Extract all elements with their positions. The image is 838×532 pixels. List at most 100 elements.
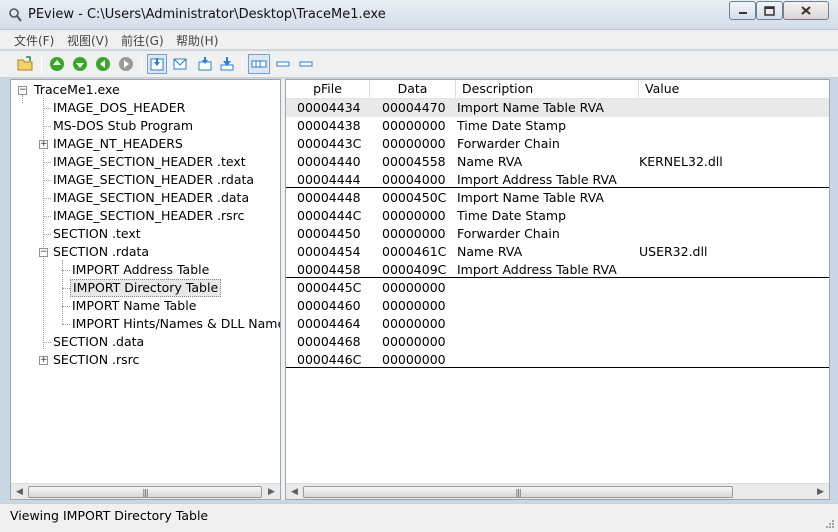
table-row[interactable]: 00004454 0000461C Name RVA USER32.dll xyxy=(286,243,829,261)
cell-description: Time Date Stamp xyxy=(457,118,567,133)
table-row[interactable]: 0000443C 00000000 Forwarder Chain xyxy=(286,135,829,153)
table-row[interactable]: 00004438 00000000 Time Date Stamp xyxy=(286,117,829,135)
tree-item-section-header-rsrc[interactable]: IMAGE_SECTION_HEADER .rsrc xyxy=(51,207,246,225)
view-small-button[interactable] xyxy=(296,54,316,74)
table-row[interactable]: 00004468 00000000 xyxy=(286,333,829,351)
scroll-right-icon[interactable]: ▶ xyxy=(812,484,829,499)
tree-item-section-rdata[interactable]: SECTION .rdata xyxy=(51,243,151,261)
tree-root[interactable]: TraceMe1.exe xyxy=(32,81,122,99)
minimize-button[interactable] xyxy=(729,1,756,20)
table-row[interactable]: 00004450 00000000 Forwarder Chain xyxy=(286,225,829,243)
cell-pfile: 00004450 xyxy=(297,226,361,241)
tree-item-section-rsrc[interactable]: SECTION .rsrc xyxy=(51,351,141,369)
tree-item-section-header-rdata[interactable]: IMAGE_SECTION_HEADER .rdata xyxy=(51,171,256,189)
scroll-left-icon[interactable]: ◀ xyxy=(11,484,28,499)
cell-pfile: 00004440 xyxy=(297,154,361,169)
envelope-icon xyxy=(173,58,187,70)
cell-data: 00000000 xyxy=(382,298,446,313)
view-list-button[interactable] xyxy=(273,54,293,74)
expand-section-rsrc-icon[interactable]: + xyxy=(39,356,48,365)
collapse-section-rdata-icon[interactable]: − xyxy=(39,248,48,257)
nav-next-button[interactable] xyxy=(70,54,90,74)
menu-file[interactable]: 文件(F) xyxy=(14,32,54,49)
scroll-left-icon[interactable]: ◀ xyxy=(286,484,303,499)
view-envelope-button[interactable] xyxy=(170,54,190,74)
expand-nt-headers-icon[interactable]: + xyxy=(39,140,48,149)
tree-item-section-header-text[interactable]: IMAGE_SECTION_HEADER .text xyxy=(51,153,248,171)
detail-scroll-thumb[interactable]: ||| xyxy=(303,486,733,498)
tree-item-import-hints-names[interactable]: IMPORT Hints/Names & DLL Name xyxy=(70,315,280,333)
title-bar: PEview - C:\Users\Administrator\Desktop\… xyxy=(0,0,838,30)
view-download-button[interactable] xyxy=(217,54,237,74)
cell-pfile: 00004438 xyxy=(297,118,361,133)
tree-item-import-name-table[interactable]: IMPORT Name Table xyxy=(70,297,198,315)
tree-item-import-address-table[interactable]: IMPORT Address Table xyxy=(70,261,211,279)
group-divider xyxy=(286,277,829,278)
view-down-button[interactable] xyxy=(195,54,215,74)
tree-item-dos-stub[interactable]: MS-DOS Stub Program xyxy=(51,117,195,135)
tree-item-section-text[interactable]: SECTION .text xyxy=(51,225,143,243)
tree-item-section-header-data[interactable]: IMAGE_SECTION_HEADER .data xyxy=(51,189,251,207)
cell-description: Forwarder Chain xyxy=(457,226,560,241)
app-magnifier-icon xyxy=(9,8,22,22)
view-save-button[interactable] xyxy=(147,54,167,74)
cell-data: 00000000 xyxy=(382,334,446,349)
tree-horizontal-scrollbar[interactable]: ◀ ||| ▶ xyxy=(11,483,280,499)
table-row[interactable]: 0000444C 00000000 Time Date Stamp xyxy=(286,207,829,225)
close-button[interactable] xyxy=(783,1,829,20)
status-bar: Viewing IMPORT Directory Table xyxy=(0,503,838,532)
resize-grip-icon[interactable] xyxy=(824,518,834,528)
column-header-description[interactable]: Description xyxy=(456,80,639,98)
table-row[interactable]: 00004460 00000000 xyxy=(286,297,829,315)
cell-value: USER32.dll xyxy=(639,244,708,259)
scroll-right-icon[interactable]: ▶ xyxy=(263,484,280,499)
collapse-root-icon[interactable]: − xyxy=(18,86,27,95)
cell-pfile: 00004468 xyxy=(297,334,361,349)
minimize-icon xyxy=(738,11,747,14)
column-header-value[interactable]: Value xyxy=(639,80,829,98)
nav-back-button[interactable] xyxy=(93,54,113,74)
tree-view[interactable]: − TraceMe1.exe IMAGE_DOS_HEADER MS-DOS S… xyxy=(10,79,281,500)
cell-data: 00000000 xyxy=(382,136,446,151)
open-folder-button[interactable] xyxy=(16,54,36,74)
cell-description: Name RVA xyxy=(457,154,523,169)
column-header-row: pFile Data Description Value xyxy=(286,80,829,99)
maximize-icon xyxy=(764,5,775,16)
column-header-pfile[interactable]: pFile xyxy=(286,80,370,98)
table-row[interactable]: 00004464 00000000 xyxy=(286,315,829,333)
close-icon xyxy=(801,6,811,15)
details-view-icon xyxy=(251,60,267,68)
cell-data: 00000000 xyxy=(382,280,446,295)
tree-item-import-directory-table[interactable]: IMPORT Directory Table xyxy=(70,279,222,297)
nav-forward-button[interactable] xyxy=(116,54,136,74)
maximize-button[interactable] xyxy=(756,1,783,20)
tree-item-dos-header[interactable]: IMAGE_DOS_HEADER xyxy=(51,99,187,117)
nav-first-button[interactable] xyxy=(47,54,67,74)
table-row[interactable]: 00004448 0000450C Import Name Table RVA xyxy=(286,189,829,207)
cell-data: 00000000 xyxy=(382,226,446,241)
menu-bar: 文件(F) 视图(V) 前往(G) 帮助(H) xyxy=(0,30,838,50)
menu-go[interactable]: 前往(G) xyxy=(121,32,164,49)
cell-description: Time Date Stamp xyxy=(457,208,567,223)
window-title: PEview - C:\Users\Administrator\Desktop\… xyxy=(28,7,386,22)
tree-scroll-thumb[interactable]: ||| xyxy=(28,486,262,498)
tree-item-nt-headers[interactable]: IMAGE_NT_HEADERS xyxy=(51,135,185,153)
cell-pfile: 00004460 xyxy=(297,298,361,313)
detail-horizontal-scrollbar[interactable]: ◀ ||| ▶ xyxy=(286,483,829,499)
menu-view[interactable]: 视图(V) xyxy=(67,32,109,49)
column-header-data[interactable]: Data xyxy=(370,80,456,98)
nav-left-icon xyxy=(96,57,110,71)
nav-right-icon xyxy=(119,57,133,71)
cell-pfile: 0000444C xyxy=(297,208,362,223)
table-row[interactable]: 00004440 00004558 Name RVA KERNEL32.dll xyxy=(286,153,829,171)
cell-description: Import Name Table RVA xyxy=(457,100,604,115)
table-row[interactable]: 0000445C 00000000 xyxy=(286,279,829,297)
menu-help[interactable]: 帮助(H) xyxy=(176,32,218,49)
detail-list-view[interactable]: pFile Data Description Value 00004434 000… xyxy=(285,79,830,500)
tree-item-section-data[interactable]: SECTION .data xyxy=(51,333,146,351)
view-details-button[interactable] xyxy=(248,54,270,74)
nav-down-icon xyxy=(73,57,87,71)
nav-up-icon xyxy=(50,57,64,71)
table-row[interactable]: 00004434 00004470 Import Name Table RVA xyxy=(286,99,829,117)
cell-data: 0000461C xyxy=(382,244,447,259)
